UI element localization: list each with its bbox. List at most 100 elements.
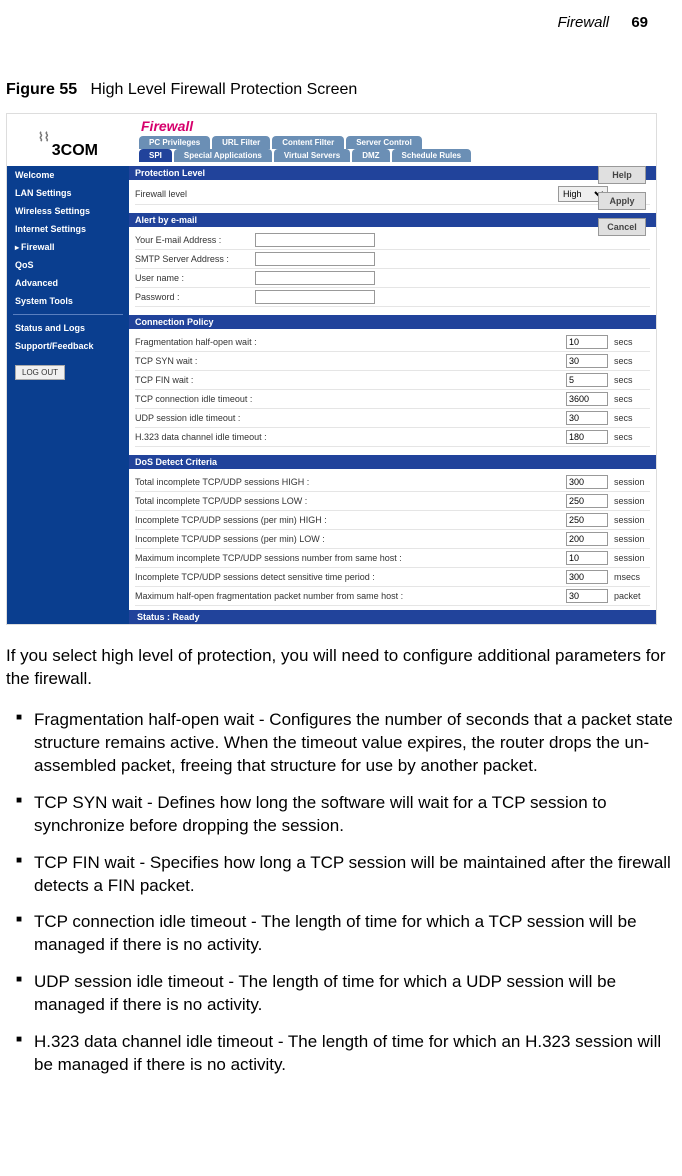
connpolicy-row: H.323 data channel idle timeout : secs [135, 428, 650, 447]
dos-label: Incomplete TCP/UDP sessions (per min) HI… [135, 515, 566, 525]
dos-label: Total incomplete TCP/UDP sessions HIGH : [135, 477, 566, 487]
bullet-h323-idle-timeout: H.323 data channel idle timeout - The le… [6, 1031, 676, 1091]
nav-advanced[interactable]: Advanced [7, 274, 129, 292]
tabs-lower: SPI Special Applications Virtual Servers… [129, 149, 656, 162]
connpolicy-row: UDP session idle timeout : secs [135, 409, 650, 428]
connpolicy-label: H.323 data channel idle timeout : [135, 432, 566, 442]
tab-server-control[interactable]: Server Control [346, 136, 422, 149]
dos-label: Total incomplete TCP/UDP sessions LOW : [135, 496, 566, 506]
nav-welcome[interactable]: Welcome [7, 166, 129, 184]
nav-wireless-settings[interactable]: Wireless Settings [7, 202, 129, 220]
apply-button[interactable]: Apply [598, 192, 646, 210]
dos-unit: session [608, 515, 650, 525]
dos-unit: session [608, 534, 650, 544]
connpolicy-row: TCP SYN wait :secs [135, 352, 650, 371]
dos-input[interactable] [566, 494, 608, 508]
connpolicy-label: UDP session idle timeout : [135, 413, 566, 423]
tabs-upper: PC Privileges URL Filter Content Filter … [129, 136, 656, 149]
connpolicy-label: TCP SYN wait : [135, 356, 566, 366]
input-email-address[interactable] [255, 233, 375, 247]
nav-separator [13, 314, 123, 315]
row-email-address: Your E-mail Address : [135, 231, 650, 250]
figure-caption: Figure 55 High Level Firewall Protection… [6, 81, 682, 99]
connpolicy-input[interactable] [566, 392, 608, 406]
header-section: Firewall [557, 14, 609, 31]
input-username[interactable] [255, 271, 375, 285]
tab-spi[interactable]: SPI [139, 149, 172, 162]
dos-unit: msecs [608, 572, 650, 582]
nav-system-tools[interactable]: System Tools [7, 292, 129, 310]
connpolicy-unit: secs [608, 337, 650, 347]
dos-unit: session [608, 477, 650, 487]
panel-title: Firewall [129, 114, 656, 136]
section-connection-policy: Connection Policy [129, 315, 656, 329]
nav-firewall[interactable]: Firewall [7, 238, 129, 256]
dos-label: Maximum incomplete TCP/UDP sessions numb… [135, 553, 566, 563]
section-alert-email: Alert by e-mail [129, 213, 656, 227]
logo-text: 3COM [52, 142, 98, 160]
sidebar: ⌇⌇ 3COM Welcome LAN Settings Wireless Se… [7, 114, 129, 624]
connpolicy-label: TCP connection idle timeout : [135, 394, 566, 404]
tab-url-filter[interactable]: URL Filter [212, 136, 270, 149]
connpolicy-row: TCP connection idle timeout :secs [135, 390, 650, 409]
connpolicy-label: Fragmentation half-open wait : [135, 337, 566, 347]
screenshot-frame: ⌇⌇ 3COM Welcome LAN Settings Wireless Se… [6, 113, 657, 625]
dos-row: Incomplete TCP/UDP sessions (per min) HI… [135, 511, 650, 530]
input-password[interactable] [255, 290, 375, 304]
tab-special-applications[interactable]: Special Applications [174, 149, 272, 162]
connpolicy-unit: secs [608, 432, 650, 442]
dos-row: Incomplete TCP/UDP sessions (per min) LO… [135, 530, 650, 549]
logo-swoosh-icon: ⌇⌇ [38, 130, 50, 144]
row-password: Password : [135, 288, 650, 307]
bullet-tcp-idle-timeout: TCP connection idle timeout - The length… [6, 911, 676, 971]
row-firewall-level: Firewall level High [135, 184, 650, 205]
intro-paragraph: If you select high level of protection, … [6, 645, 676, 691]
dos-unit: packet [608, 591, 650, 601]
connpolicy-input[interactable] [566, 373, 608, 387]
section-dos-detect: DoS Detect Criteria [129, 455, 656, 469]
dos-label: Incomplete TCP/UDP sessions detect sensi… [135, 572, 566, 582]
dos-label: Maximum half-open fragmentation packet n… [135, 591, 566, 601]
dos-input[interactable] [566, 551, 608, 565]
dos-input[interactable] [566, 570, 608, 584]
action-buttons: Help Apply Cancel [598, 166, 646, 236]
dos-input[interactable] [566, 513, 608, 527]
dos-label: Incomplete TCP/UDP sessions (per min) LO… [135, 534, 566, 544]
tab-virtual-servers[interactable]: Virtual Servers [274, 149, 350, 162]
figure-label: Figure 55 [6, 81, 77, 98]
help-button[interactable]: Help [598, 166, 646, 184]
connpolicy-row: TCP FIN wait :secs [135, 371, 650, 390]
figure-caption-text: High Level Firewall Protection Screen [90, 81, 357, 98]
page-number: 69 [631, 14, 648, 31]
nav-status-logs[interactable]: Status and Logs [7, 319, 129, 337]
logout-button[interactable]: LOG OUT [15, 365, 65, 380]
tab-pc-privileges[interactable]: PC Privileges [139, 136, 210, 149]
dos-input[interactable] [566, 532, 608, 546]
tab-content-filter[interactable]: Content Filter [272, 136, 344, 149]
bullet-tcp-syn-wait: TCP SYN wait - Defines how long the soft… [6, 792, 676, 852]
page-header: Firewall 69 [0, 0, 682, 41]
nav-internet-settings[interactable]: Internet Settings [7, 220, 129, 238]
connpolicy-unit: secs [608, 413, 650, 423]
connpolicy-input[interactable] [566, 411, 608, 425]
tab-dmz[interactable]: DMZ [352, 149, 389, 162]
connpolicy-input[interactable] [566, 354, 608, 368]
tab-schedule-rules[interactable]: Schedule Rules [392, 149, 472, 162]
dos-row: Total incomplete TCP/UDP sessions LOW :s… [135, 492, 650, 511]
dos-input[interactable] [566, 475, 608, 489]
dos-row: Total incomplete TCP/UDP sessions HIGH :… [135, 473, 650, 492]
bullet-list: Fragmentation half-open wait - Configure… [6, 709, 676, 1091]
nav-support-feedback[interactable]: Support/Feedback [7, 337, 129, 355]
input-smtp-server[interactable] [255, 252, 375, 266]
cancel-button[interactable]: Cancel [598, 218, 646, 236]
dos-row: Incomplete TCP/UDP sessions detect sensi… [135, 568, 650, 587]
dos-input[interactable] [566, 589, 608, 603]
nav-qos[interactable]: QoS [7, 256, 129, 274]
row-username: User name : [135, 269, 650, 288]
nav-lan-settings[interactable]: LAN Settings [7, 184, 129, 202]
connpolicy-input[interactable] [566, 430, 608, 444]
connpolicy-input[interactable] [566, 335, 608, 349]
bullet-frag-half-open: Fragmentation half-open wait - Configure… [6, 709, 676, 792]
dos-unit: session [608, 553, 650, 563]
dos-row: Maximum incomplete TCP/UDP sessions numb… [135, 549, 650, 568]
